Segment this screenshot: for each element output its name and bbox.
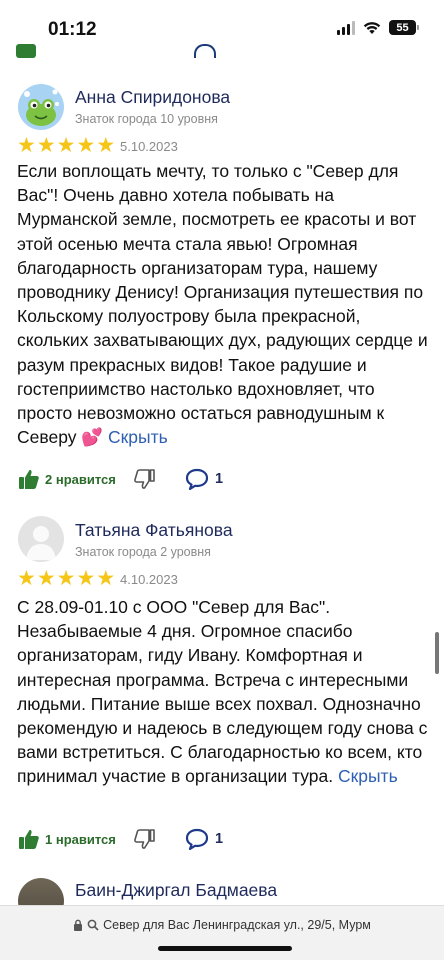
like-count: 1 нравится bbox=[45, 831, 116, 847]
signal-icon bbox=[337, 20, 355, 35]
lock-icon bbox=[74, 919, 83, 931]
star-icon: ★ bbox=[76, 567, 96, 590]
review-actions: 2 нравится 1 bbox=[18, 468, 318, 494]
thumbs-up-icon[interactable] bbox=[16, 44, 36, 58]
hide-link[interactable]: Скрыть bbox=[338, 766, 398, 786]
star-icon: ★ bbox=[17, 567, 36, 590]
star-icon: ★ bbox=[36, 134, 56, 157]
search-icon bbox=[87, 919, 99, 931]
review-text: С 28.09-01.10 с ООО "Север для Вас". Нез… bbox=[17, 595, 429, 789]
author-rank: Знаток города 10 уровня bbox=[75, 112, 218, 126]
author-rank: Знаток города 2 уровня bbox=[75, 545, 211, 559]
review-date: 4.10.2023 bbox=[120, 572, 178, 587]
rating-stars: ★ ★ ★ ★ ★ bbox=[17, 135, 115, 156]
comment-icon bbox=[185, 828, 209, 850]
comment-count: 1 bbox=[215, 471, 224, 487]
rating-stars: ★ ★ ★ ★ ★ bbox=[17, 568, 115, 589]
like-button[interactable]: 2 нравится bbox=[18, 468, 116, 490]
review-author[interactable]: Анна Спиридонова bbox=[75, 87, 230, 108]
battery-icon: 55 bbox=[389, 20, 419, 35]
like-count: 2 нравится bbox=[45, 471, 116, 487]
dislike-button[interactable] bbox=[133, 468, 155, 495]
address-bar[interactable]: Север для Вас Ленинградская ул., 29/5, М… bbox=[0, 918, 444, 932]
review-actions: 1 нравится 1 bbox=[18, 828, 318, 854]
star-icon: ★ bbox=[96, 567, 116, 590]
comment-icon[interactable] bbox=[194, 44, 216, 58]
avatar[interactable] bbox=[18, 516, 64, 562]
review-date: 5.10.2023 bbox=[120, 139, 178, 154]
comment-count: 1 bbox=[215, 831, 224, 847]
like-button[interactable]: 1 нравится bbox=[18, 828, 116, 850]
thumbs-down-icon bbox=[134, 829, 155, 849]
thumbs-up-icon bbox=[19, 829, 39, 849]
hide-link[interactable]: Скрыть bbox=[108, 427, 168, 447]
comment-icon bbox=[185, 468, 209, 490]
comment-button[interactable]: 1 bbox=[185, 468, 223, 490]
scrollbar-thumb[interactable] bbox=[435, 632, 439, 674]
review-body: Если воплощать мечту, то только с "Север… bbox=[17, 161, 428, 448]
browser-bottom-bar: Север для Вас Ленинградская ул., 29/5, М… bbox=[0, 905, 444, 960]
comment-button[interactable]: 1 bbox=[185, 828, 223, 850]
avatar[interactable] bbox=[18, 84, 64, 130]
star-icon: ★ bbox=[36, 567, 56, 590]
address-text: Север для Вас Ленинградская ул., 29/5, М… bbox=[103, 918, 371, 932]
previous-review-actions bbox=[16, 34, 216, 58]
star-icon: ★ bbox=[56, 567, 76, 590]
dislike-button[interactable] bbox=[133, 828, 155, 855]
home-indicator[interactable] bbox=[158, 946, 292, 951]
review-body: С 28.09-01.10 с ООО "Север для Вас". Нез… bbox=[17, 597, 428, 787]
wifi-icon bbox=[363, 21, 381, 34]
star-icon: ★ bbox=[76, 134, 96, 157]
star-icon: ★ bbox=[17, 134, 36, 157]
thumbs-up-icon bbox=[19, 469, 39, 489]
star-icon: ★ bbox=[96, 134, 116, 157]
review-author[interactable]: Баин-Джиргал Бадмаева bbox=[75, 880, 277, 901]
thumbs-down-icon bbox=[134, 469, 155, 489]
review-author[interactable]: Татьяна Фатьянова bbox=[75, 520, 233, 541]
status-icons: 55 bbox=[337, 20, 419, 35]
star-icon: ★ bbox=[56, 134, 76, 157]
review-text: Если воплощать мечту, то только с "Север… bbox=[17, 159, 429, 449]
